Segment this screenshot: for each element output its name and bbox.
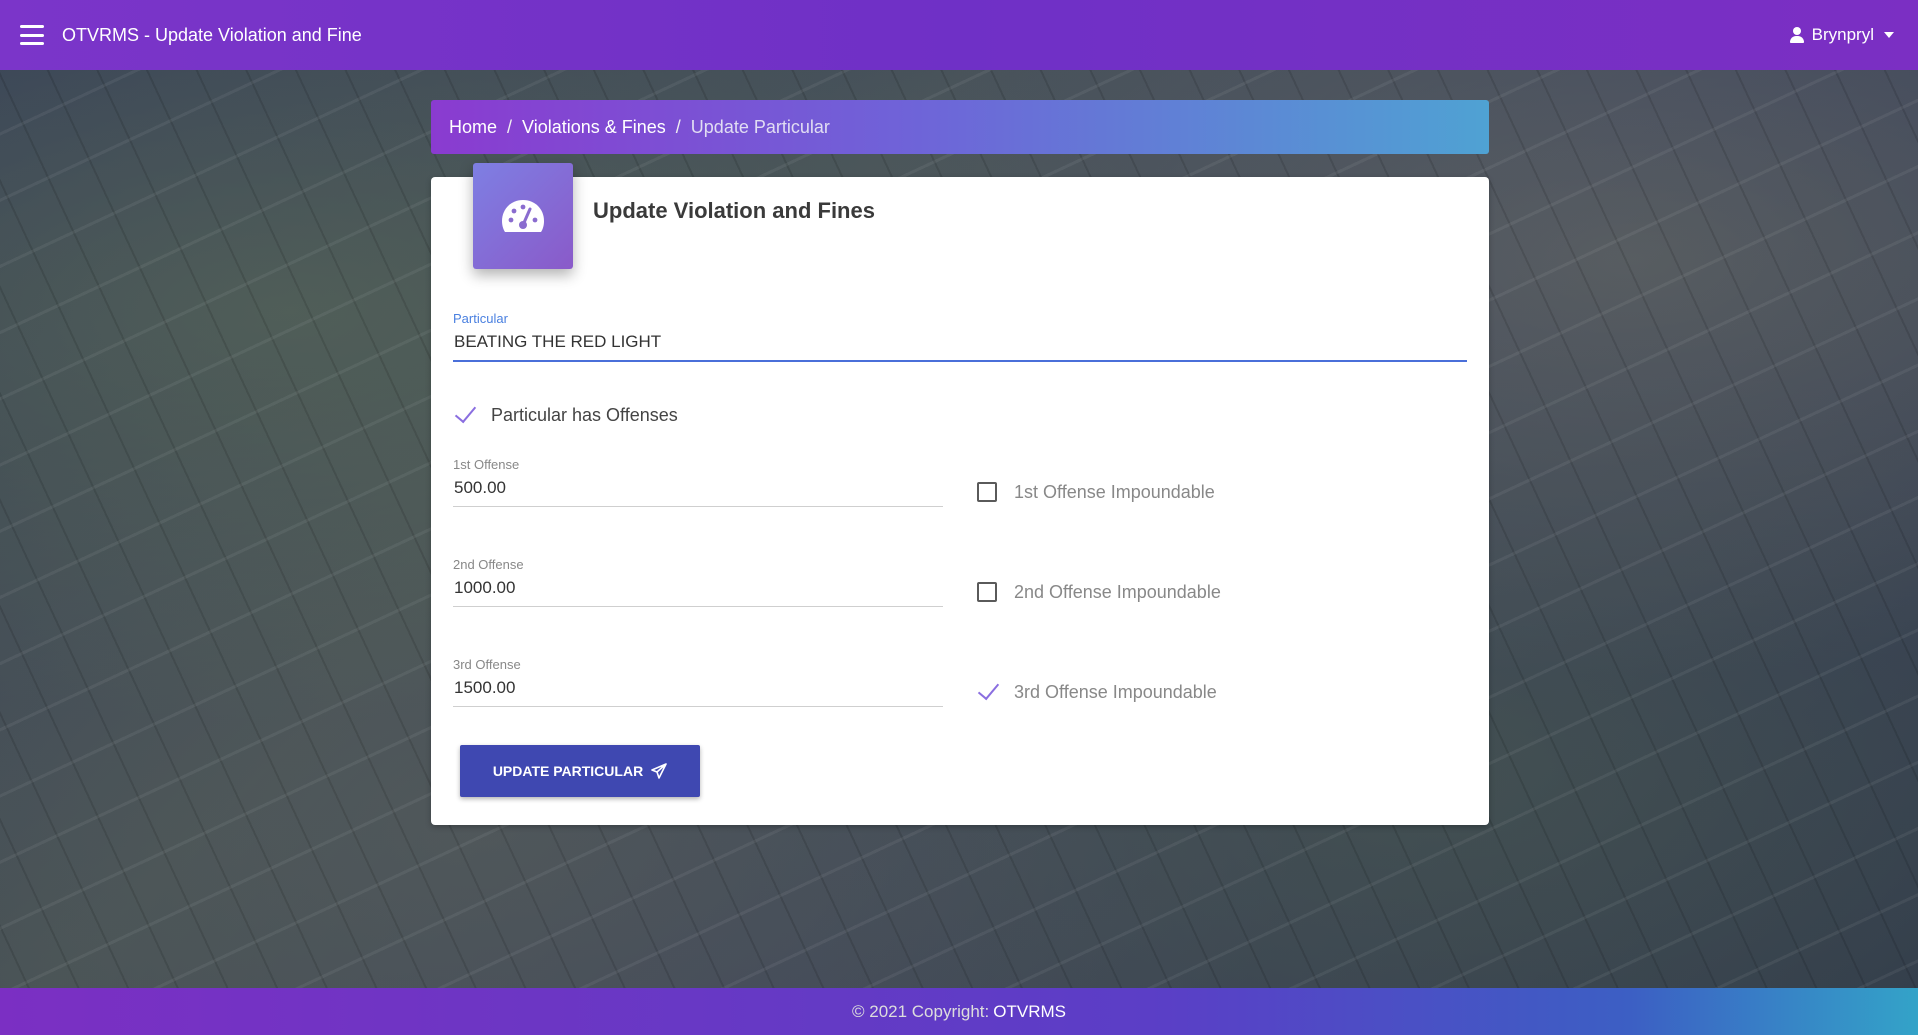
second-offense-input[interactable] [453, 578, 943, 607]
tachometer-icon [502, 200, 544, 232]
first-offense-label: 1st Offense [453, 457, 520, 472]
breadcrumb: Home / Violations & Fines / Update Parti… [431, 100, 1489, 154]
breadcrumb-home[interactable]: Home [449, 117, 497, 138]
checkmark-icon [974, 679, 1000, 705]
footer: © 2021 Copyright: OTVRMS [0, 988, 1918, 1035]
breadcrumb-current: Update Particular [690, 116, 830, 137]
first-offense-impoundable-checkbox[interactable]: 1st Offense Impoundable [974, 479, 1215, 505]
footer-brand-link[interactable]: OTVRMS [993, 1002, 1066, 1022]
breadcrumb-violations-fines[interactable]: Violations & Fines [522, 117, 666, 138]
update-particular-label: UPDATE PARTICULAR [492, 763, 644, 779]
card-title: Update Violation and Fines [593, 198, 875, 223]
unchecked-box-icon [977, 582, 997, 602]
user-name: Brynpryl [1811, 25, 1874, 44]
card-header-icon [473, 163, 573, 269]
third-offense-input[interactable] [453, 678, 943, 707]
copyright-text: © 2021 Copyright: [851, 1001, 990, 1021]
user-icon [1789, 27, 1804, 43]
update-particular-button[interactable]: UPDATE PARTICULAR [460, 745, 700, 797]
update-form-card: Update Violation and Fines Particular Pa… [431, 163, 1489, 825]
second-offense-impoundable-label: 2nd Offense Impoundable [1014, 581, 1221, 602]
second-offense-label: 2nd Offense [453, 557, 524, 572]
third-offense-impoundable-checkbox[interactable]: 3rd Offense Impoundable [974, 679, 1217, 705]
hamburger-menu-icon[interactable] [20, 25, 44, 45]
app-title: OTVRMS - Update Violation and Fine [62, 24, 362, 45]
third-offense-impoundable-label: 3rd Offense Impoundable [1014, 681, 1217, 702]
first-offense-input[interactable] [453, 478, 943, 507]
third-offense-label: 3rd Offense [453, 657, 521, 672]
top-navbar: OTVRMS - Update Violation and Fine Brynp… [0, 0, 1918, 70]
user-menu[interactable]: Brynpryl [1789, 0, 1894, 70]
paper-plane-icon [651, 763, 667, 779]
particular-input[interactable] [453, 332, 1467, 362]
has-offenses-label: Particular has Offenses [491, 404, 678, 425]
caret-down-icon [1884, 32, 1894, 38]
checkmark-icon [451, 402, 477, 428]
has-offenses-checkbox[interactable]: Particular has Offenses [451, 402, 678, 428]
particular-label: Particular [453, 311, 508, 326]
first-offense-impoundable-label: 1st Offense Impoundable [1014, 481, 1215, 502]
breadcrumb-separator: / [675, 116, 681, 137]
second-offense-impoundable-checkbox[interactable]: 2nd Offense Impoundable [974, 579, 1221, 605]
breadcrumb-separator: / [507, 116, 513, 137]
unchecked-box-icon [977, 482, 997, 502]
